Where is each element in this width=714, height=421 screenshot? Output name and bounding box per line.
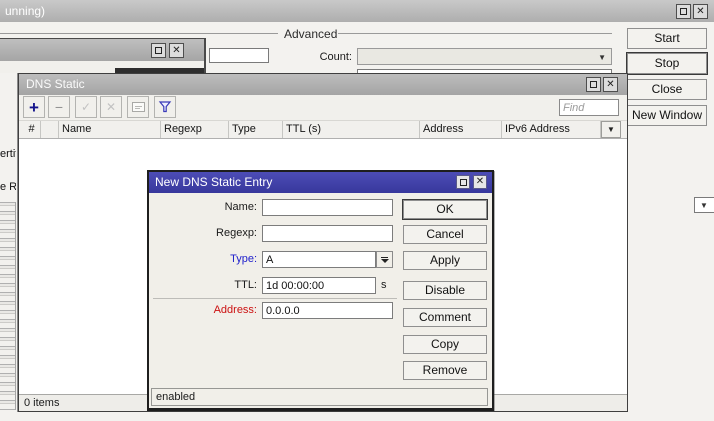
- close-button[interactable]: ✕: [603, 77, 618, 92]
- background-input-fragment: [209, 48, 269, 63]
- dns-table-header: # Name Regexp Type TTL (s) Address IPv6 …: [19, 121, 627, 139]
- ttl-unit-suffix: s: [381, 279, 387, 291]
- name-label: Name:: [224, 201, 257, 213]
- entry-status: enabled: [156, 391, 196, 403]
- address-label: Address:: [213, 304, 257, 316]
- regexp-field[interactable]: [262, 225, 393, 242]
- ttl-label: TTL:: [234, 279, 257, 291]
- type-label: Type:: [230, 253, 257, 265]
- close-icon: ✕: [172, 44, 181, 56]
- type-dropdown-button[interactable]: [376, 251, 393, 268]
- advanced-group-line-right: [338, 33, 612, 34]
- apply-button[interactable]: Apply: [403, 251, 487, 270]
- app-titlebar: unning) ✕: [0, 0, 714, 22]
- count-combobox[interactable]: ▼: [357, 48, 612, 65]
- maximize-icon: [459, 178, 467, 186]
- left-fragment-text: e Re: [0, 181, 16, 193]
- funnel-icon: [158, 101, 172, 113]
- close-icon: ✕: [475, 176, 485, 187]
- comment-button[interactable]: Comment: [403, 308, 487, 327]
- dns-static-title: DNS Static: [26, 77, 85, 91]
- cross-icon: ✕: [105, 100, 117, 114]
- type-field[interactable]: [262, 251, 376, 268]
- plus-icon: +: [29, 97, 39, 117]
- chevron-down-icon: ▼: [598, 53, 606, 62]
- new-window-button[interactable]: New Window: [627, 105, 707, 126]
- filter-button[interactable]: [154, 96, 176, 118]
- close-icon: ✕: [606, 78, 615, 90]
- column-header-address[interactable]: Address: [420, 121, 502, 138]
- dns-static-toolbar: + − ✓ ✕: [19, 95, 627, 121]
- dialog-title: New DNS Static Entry: [155, 175, 273, 189]
- ok-button[interactable]: OK: [403, 200, 487, 219]
- remove-button[interactable]: Remove: [403, 361, 487, 380]
- check-icon: ✓: [80, 100, 92, 114]
- left-fragment-text: ertif: [0, 148, 16, 160]
- column-header-name[interactable]: Name: [59, 121, 161, 138]
- column-header-ipv6-address[interactable]: IPv6 Address: [502, 121, 601, 138]
- maximize-button[interactable]: [456, 175, 470, 189]
- close-button[interactable]: ✕: [473, 175, 487, 189]
- background-window: ✕: [0, 38, 206, 73]
- column-header-type[interactable]: Type: [229, 121, 283, 138]
- separator: [153, 298, 397, 299]
- background-window-rows: [0, 202, 16, 410]
- background-window-titlebar: ✕: [0, 39, 204, 61]
- maximize-button[interactable]: [151, 43, 166, 58]
- maximize-icon: [680, 8, 687, 15]
- column-header-flags[interactable]: [41, 121, 59, 138]
- remove-entry-button[interactable]: −: [48, 96, 70, 118]
- copy-button[interactable]: Copy: [403, 335, 487, 354]
- advanced-group-label: Advanced: [284, 27, 338, 41]
- column-select-button[interactable]: ▼: [601, 121, 621, 138]
- minus-icon: −: [54, 99, 64, 115]
- advanced-group-line-left: [0, 33, 278, 34]
- maximize-button[interactable]: [586, 77, 601, 92]
- comment-entry-button[interactable]: [127, 96, 149, 118]
- cancel-button[interactable]: Cancel: [403, 225, 487, 244]
- enable-entry-button[interactable]: ✓: [75, 96, 97, 118]
- right-edge-combo-fragment: ▼: [694, 197, 714, 213]
- close-icon: ✕: [696, 5, 705, 17]
- regexp-label: Regexp:: [216, 227, 257, 239]
- close-button[interactable]: ✕: [693, 4, 708, 19]
- chevron-down-icon: ▼: [607, 125, 615, 134]
- disable-button[interactable]: Disable: [403, 281, 487, 300]
- name-field[interactable]: [262, 199, 393, 216]
- dialog-status-bar: enabled: [151, 388, 488, 406]
- start-button[interactable]: Start: [627, 28, 707, 49]
- comment-card-icon: [131, 102, 145, 112]
- column-header-number[interactable]: #: [23, 121, 41, 138]
- disable-entry-button[interactable]: ✕: [100, 96, 122, 118]
- dialog-titlebar[interactable]: New DNS Static Entry ✕: [149, 172, 492, 193]
- address-field[interactable]: [262, 302, 393, 319]
- items-count: 0 items: [24, 397, 60, 409]
- column-header-ttl[interactable]: TTL (s): [283, 121, 420, 138]
- dialog-body: Name: Regexp: Type: TTL: s Address: OK C…: [149, 193, 492, 408]
- maximize-icon: [155, 47, 162, 54]
- dns-static-titlebar[interactable]: DNS Static ✕: [19, 74, 627, 95]
- maximize-button[interactable]: [676, 4, 691, 19]
- new-dns-entry-dialog: New DNS Static Entry ✕ Name: Regexp: Typ…: [147, 170, 494, 411]
- stop-button[interactable]: Stop: [627, 53, 707, 74]
- add-entry-button[interactable]: +: [23, 96, 45, 118]
- combo-drop-icon: [380, 258, 389, 263]
- close-button[interactable]: ✕: [169, 43, 184, 58]
- count-label: Count:: [319, 51, 352, 63]
- maximize-icon: [590, 81, 597, 88]
- app-title: unning): [5, 4, 46, 18]
- combo-drop-icon: [381, 256, 388, 258]
- column-header-regexp[interactable]: Regexp: [161, 121, 229, 138]
- chevron-down-icon: ▼: [700, 201, 708, 210]
- ttl-field[interactable]: [262, 277, 376, 294]
- close-panel-button[interactable]: Close: [627, 79, 707, 100]
- find-input[interactable]: [559, 99, 619, 116]
